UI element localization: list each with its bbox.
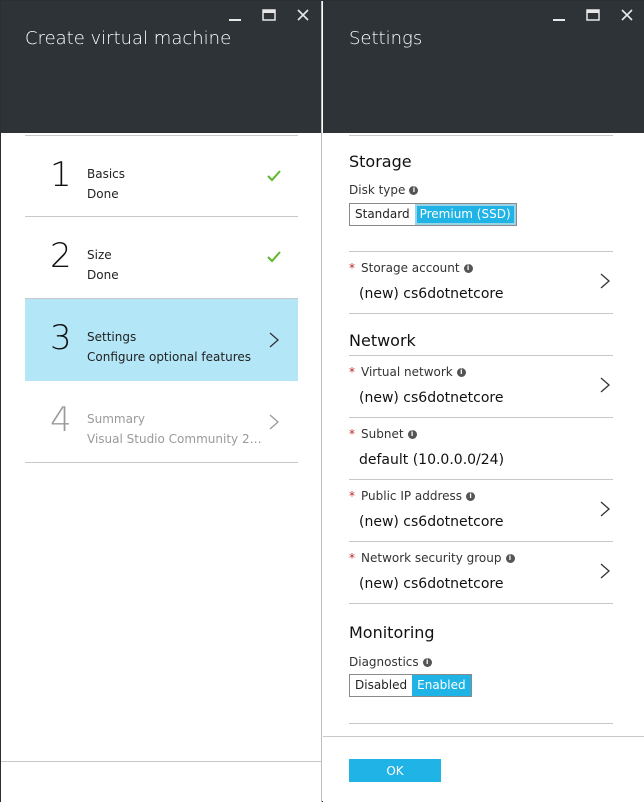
disk-type-label: Disk type i — [349, 183, 419, 197]
public-ip-label-text: Public IP address — [361, 489, 463, 503]
storage-section-title: Storage — [349, 152, 412, 171]
subnet-row[interactable]: * Subnet i default (10.0.0.0/24) — [349, 418, 613, 480]
settings-window-controls — [551, 7, 635, 23]
disk-type-label-text: Disk type — [349, 183, 406, 197]
storage-account-label: * Storage account i — [349, 261, 473, 275]
required-marker: * — [349, 261, 355, 275]
create-vm-blade: Create virtual machine 1 Basics Done 2 S… — [1, 1, 322, 802]
step-name: Summary — [87, 412, 145, 426]
close-icon[interactable] — [295, 7, 311, 23]
step-number: 1 — [50, 155, 72, 195]
maximize-icon[interactable] — [261, 7, 277, 23]
settings-footer: OK — [323, 736, 644, 802]
step-name: Size — [87, 248, 112, 262]
public-ip-row[interactable]: * Public IP address i (new) cs6dotnetcor… — [349, 480, 613, 542]
create-vm-blade-header: Create virtual machine — [1, 1, 321, 133]
info-icon[interactable]: i — [409, 185, 419, 195]
required-marker: * — [349, 551, 355, 565]
step-basics[interactable]: 1 Basics Done — [25, 135, 298, 217]
step-number: 3 — [50, 318, 72, 358]
subnet-label: * Subnet i — [349, 427, 417, 441]
storage-account-value: (new) cs6dotnetcore — [359, 286, 504, 302]
create-vm-title: Create virtual machine — [25, 28, 232, 49]
step-name: Basics — [87, 167, 126, 181]
nsg-label: * Network security group i — [349, 551, 515, 565]
settings-blade-header: Settings — [323, 1, 644, 133]
virtual-network-label-text: Virtual network — [361, 365, 453, 379]
info-icon[interactable]: i — [463, 263, 473, 273]
wizard-steps: 1 Basics Done 2 Size Done 3 Settings Con… — [25, 135, 298, 463]
step-status: Done — [87, 268, 119, 282]
storage-account-row[interactable]: * Storage account i (new) cs6dotnetcore — [349, 252, 613, 314]
close-icon[interactable] — [619, 7, 635, 23]
create-vm-footer — [1, 761, 321, 762]
required-marker: * — [349, 489, 355, 503]
nsg-value: (new) cs6dotnetcore — [359, 576, 504, 592]
step-summary[interactable]: 4 Summary Visual Studio Community 2015 .… — [25, 381, 298, 463]
info-icon[interactable]: i — [456, 367, 466, 377]
step-number: 2 — [50, 236, 72, 276]
divider — [349, 723, 613, 724]
portal-frame: Create virtual machine 1 Basics Done 2 S… — [0, 0, 644, 802]
chevron-right-icon — [599, 272, 611, 290]
virtual-network-value: (new) cs6dotnetcore — [359, 390, 504, 406]
settings-title: Settings — [349, 28, 423, 49]
step-settings[interactable]: 3 Settings Configure optional features — [25, 299, 298, 381]
ok-button[interactable]: OK — [349, 759, 441, 782]
checkmark-icon — [266, 168, 282, 184]
minimize-icon[interactable] — [551, 7, 567, 23]
virtual-network-label: * Virtual network i — [349, 365, 466, 379]
diagnostics-disabled[interactable]: Disabled — [350, 675, 413, 696]
diagnostics-toggle: Disabled Enabled — [349, 674, 472, 697]
minimize-icon[interactable] — [227, 7, 243, 23]
disk-type-toggle: Standard Premium (SSD) — [349, 203, 517, 226]
subnet-value: default (10.0.0.0/24) — [359, 452, 505, 468]
step-status: Visual Studio Community 2015 ... — [87, 432, 267, 446]
create-vm-window-controls — [227, 7, 311, 23]
step-size[interactable]: 2 Size Done — [25, 217, 298, 299]
diagnostics-label-text: Diagnostics — [349, 655, 419, 669]
checkmark-icon — [266, 249, 282, 265]
public-ip-label: * Public IP address i — [349, 489, 476, 503]
required-marker: * — [349, 365, 355, 379]
disk-type-premium[interactable]: Premium (SSD) — [414, 204, 516, 225]
diagnostics-enabled[interactable]: Enabled — [412, 675, 471, 696]
storage-account-label-text: Storage account — [361, 261, 460, 275]
chevron-right-icon — [599, 500, 611, 518]
diagnostics-label: Diagnostics i — [349, 655, 432, 669]
chevron-right-icon — [266, 413, 282, 430]
step-status: Done — [87, 187, 119, 201]
subnet-label-text: Subnet — [361, 427, 404, 441]
info-icon[interactable]: i — [505, 553, 515, 563]
network-section-title: Network — [349, 331, 416, 350]
nsg-row[interactable]: * Network security group i (new) cs6dotn… — [349, 542, 613, 604]
chevron-right-icon — [266, 331, 282, 348]
info-icon[interactable]: i — [407, 429, 417, 439]
nsg-label-text: Network security group — [361, 551, 502, 565]
monitoring-section-title: Monitoring — [349, 623, 435, 642]
public-ip-value: (new) cs6dotnetcore — [359, 514, 504, 530]
step-number: 4 — [50, 400, 72, 440]
virtual-network-row[interactable]: * Virtual network i (new) cs6dotnetcore — [349, 356, 613, 418]
info-icon[interactable]: i — [422, 657, 432, 667]
settings-body: Storage Disk type i Standard Premium (SS… — [349, 135, 613, 735]
chevron-right-icon — [599, 562, 611, 580]
required-marker: * — [349, 427, 355, 441]
info-icon[interactable]: i — [466, 491, 476, 501]
maximize-icon[interactable] — [585, 7, 601, 23]
step-status: Configure optional features — [87, 350, 251, 364]
disk-type-standard[interactable]: Standard — [350, 204, 415, 225]
settings-blade: Settings Storage Disk type i Standard Pr… — [323, 1, 644, 802]
step-name: Settings — [87, 330, 137, 344]
chevron-right-icon — [599, 376, 611, 394]
